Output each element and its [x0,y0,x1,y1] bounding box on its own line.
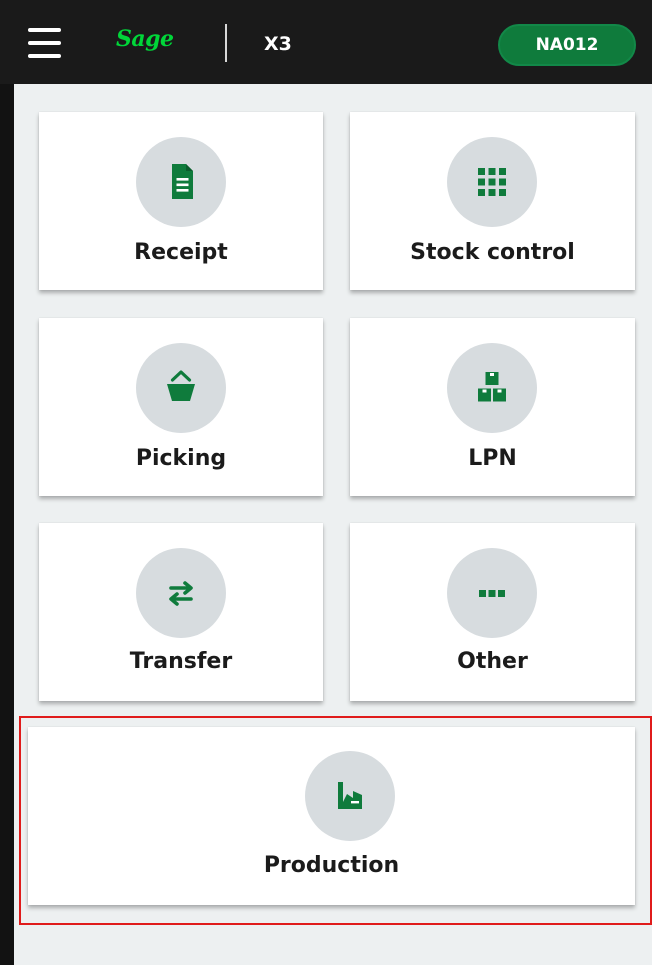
basket-icon [167,370,195,401]
tile-label: LPN [468,446,517,471]
top-bar: Sage X3 NA012 [0,0,652,84]
tile-other[interactable]: Other [350,523,635,701]
tile-label: Other [457,649,528,674]
grid-icon [478,168,506,196]
tile-lpn[interactable]: LPN [350,318,635,496]
tile-transfer[interactable]: Transfer [39,523,323,701]
tile-production[interactable]: Production [28,727,635,905]
site-badge[interactable]: NA012 [498,24,636,66]
logo-divider [225,24,227,62]
tile-label: Transfer [129,649,233,674]
tile-stock-control[interactable]: Stock control [350,112,635,290]
tile-label: Picking [135,446,227,471]
boxes-icon [478,372,506,402]
tile-receipt[interactable]: Receipt [39,112,323,290]
hamburger-menu-icon[interactable] [28,28,61,58]
tile-label: Stock control [410,240,575,265]
tile-label: Receipt [134,240,228,265]
document-icon [172,164,193,199]
more-dots-icon [479,590,505,597]
sage-logo: Sage [116,26,174,52]
menu-content: Receipt Stock control Picking LPN Transf… [14,84,652,965]
tile-picking[interactable]: Picking [39,318,323,496]
app-frame: Sage X3 NA012 Receipt Stock control Pick… [0,0,652,965]
factory-icon [338,782,362,809]
product-name: X3 [264,33,292,55]
transfer-arrows-icon [169,581,193,606]
tile-label: Production [263,853,400,878]
